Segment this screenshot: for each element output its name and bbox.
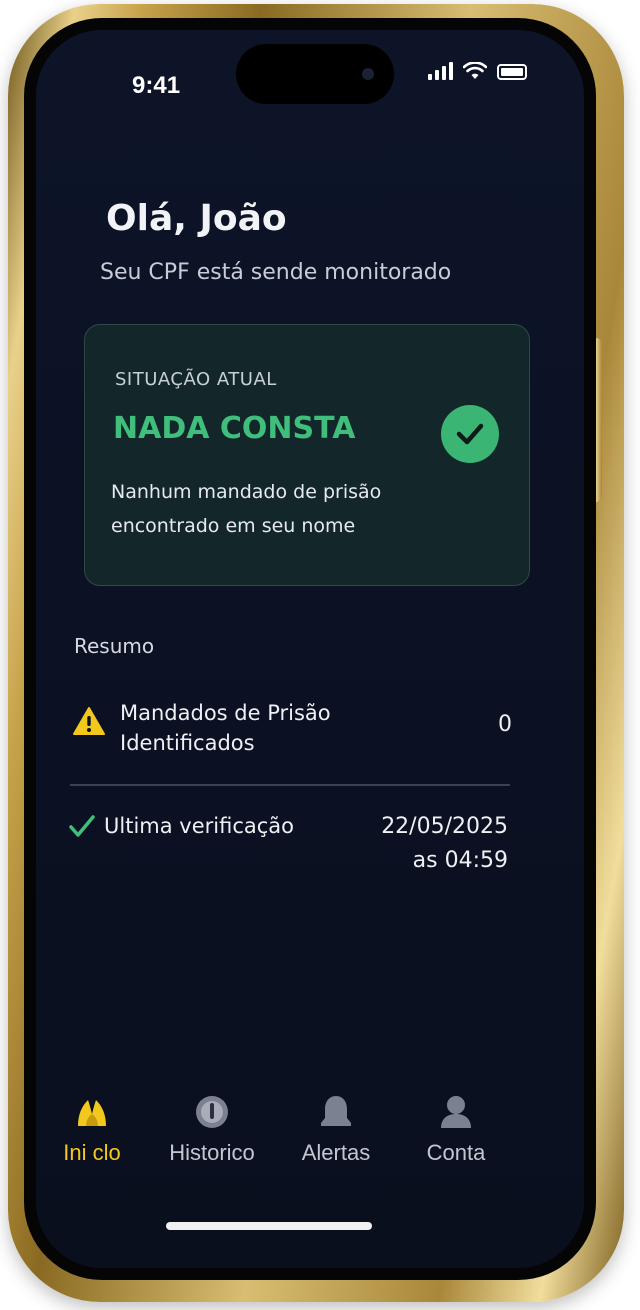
warning-icon — [73, 707, 105, 735]
status-card-label: SITUAÇÃO ATUAL — [115, 369, 277, 390]
tab-bar: Ini clo Historico Alertas Conta — [36, 1080, 584, 1190]
last-check-date: 22/05/2025 — [381, 814, 508, 839]
bell-icon — [321, 1096, 351, 1126]
divider — [70, 784, 510, 786]
summary-title: Resumo — [74, 634, 155, 658]
home-icon — [78, 1100, 106, 1126]
last-check-row: Ultima verificação 22/05/2025 as 04:59 — [68, 810, 508, 880]
tab-home-label: Ini clo — [63, 1140, 121, 1165]
app-screen: 9:41 Olá, João Seu CPF está sende monito… — [36, 30, 584, 1268]
warrants-label: Mandados de Prisão Identificados — [120, 701, 331, 755]
history-icon — [196, 1096, 228, 1128]
status-value: NADA CONSTA — [113, 411, 356, 446]
last-check-label: Ultima verificação — [104, 814, 294, 838]
warrants-row: Mandados de Prisão Identificados 0 — [72, 698, 512, 768]
dynamic-island — [236, 44, 394, 104]
signal-icon — [428, 62, 453, 80]
tab-account[interactable]: Conta — [396, 1080, 516, 1166]
camera-icon — [362, 68, 374, 80]
status-description: Nanhum mandado de prisão encontrado em s… — [111, 481, 382, 537]
stage: 9:41 Olá, João Seu CPF está sende monito… — [0, 0, 640, 1310]
check-icon — [69, 815, 95, 837]
warrants-count: 0 — [498, 712, 512, 737]
greeting: Olá, João — [106, 198, 287, 239]
check-circle-icon — [441, 405, 499, 463]
tab-account-label: Conta — [426, 1140, 486, 1165]
tab-home[interactable]: Ini clo — [36, 1080, 152, 1166]
tab-history-label: Historico — [169, 1140, 255, 1165]
tab-alerts-label: Alertas — [301, 1140, 371, 1165]
last-check-time: as 04:59 — [412, 848, 508, 873]
status-icons — [428, 54, 527, 80]
monitoring-subtitle: Seu CPF está sende monitorado — [100, 260, 452, 285]
home-indicator[interactable] — [166, 1222, 372, 1230]
battery-icon — [497, 64, 527, 80]
tab-history[interactable]: Historico — [152, 1080, 272, 1166]
wifi-icon — [463, 62, 487, 79]
tab-alerts[interactable]: Alertas — [276, 1080, 396, 1166]
user-icon — [441, 1096, 471, 1128]
status-time: 9:41 — [132, 72, 181, 99]
status-card: SITUAÇÃO ATUAL NADA CONSTA Nanhum mandad… — [84, 324, 530, 586]
last-check-datetime: 22/05/2025 as 04:59 — [381, 810, 508, 878]
